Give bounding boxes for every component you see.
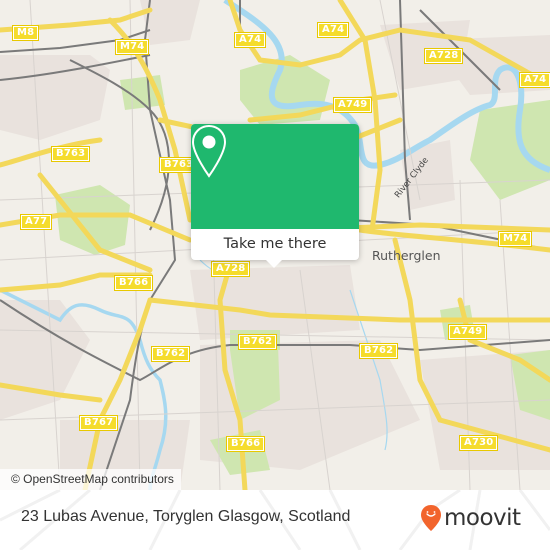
road-label-m8: M8 [11,25,40,41]
road-label-a728: A728 [423,48,464,64]
road-label-b763: B763 [50,146,91,162]
footer-bar: 23 Lubas Avenue, Toryglen Glasgow, Scotl… [0,490,550,550]
map-pin-icon [191,124,227,178]
place-label-rutherglen: Rutherglen [372,248,441,263]
address-text: 23 Lubas Avenue, Toryglen Glasgow, Scotl… [21,508,351,525]
road-label-a77: A77 [19,214,53,230]
road-label-a749: A749 [447,324,488,340]
road-label-b762: B762 [150,346,191,362]
road-label-b766: B766 [225,436,266,452]
map-attribution: © OpenStreetMap contributors [0,469,181,490]
road-label-a74: A74 [233,32,267,48]
road-label-m74: M74 [497,231,533,247]
take-me-there-button[interactable]: Take me there [191,229,359,260]
road-label-m74: M74 [114,39,150,55]
road-label-b762: B762 [358,343,399,359]
moovit-smiley-pin-icon [421,505,441,531]
road-label-a749: A749 [332,97,373,113]
road-label-a730: A730 [458,435,499,451]
moovit-logo: moovit [420,504,521,532]
road-label-a74: A74 [316,22,350,38]
popup-pointer [265,259,283,268]
map-view[interactable]: M8 M74 A74 A74 A728 A74 A749 B763 B763 A… [0,0,550,490]
location-popup: Take me there [191,124,359,268]
popup-header [191,124,359,229]
road-label-a728: A728 [210,261,251,277]
road-label-b767: B767 [78,415,119,431]
road-label-b762: B762 [237,334,278,350]
road-label-b766: B766 [113,275,154,291]
road-label-a74: A74 [518,72,550,88]
moovit-wordmark: moovit [444,505,521,531]
